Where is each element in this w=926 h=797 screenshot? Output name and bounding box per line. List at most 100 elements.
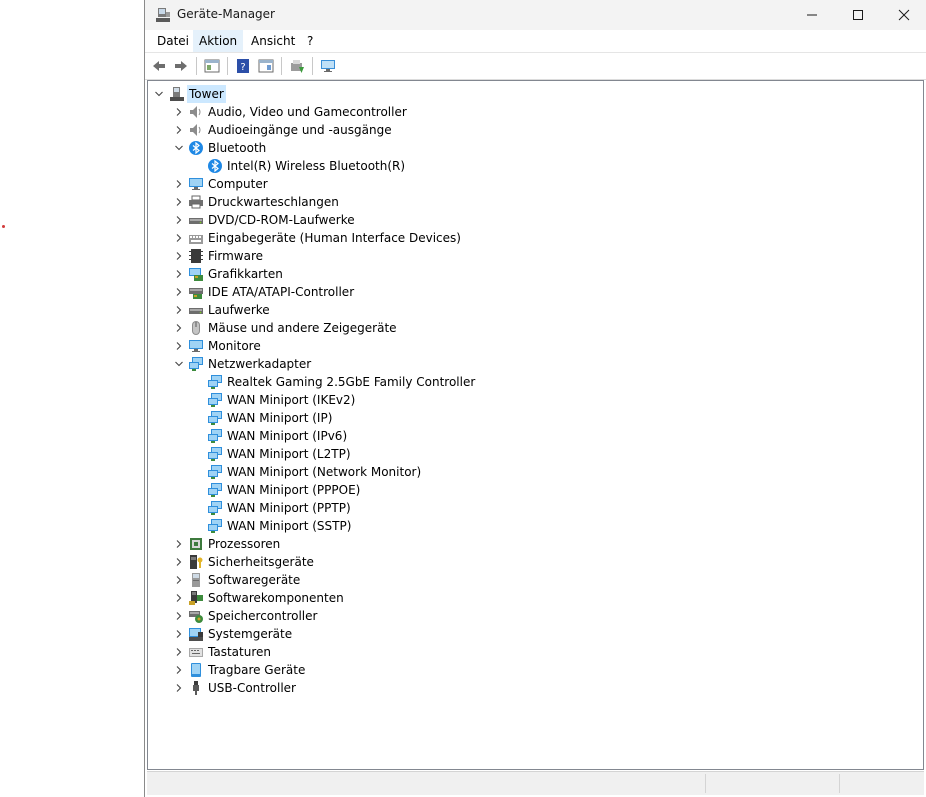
menu-aktion[interactable]: Aktion bbox=[193, 30, 244, 52]
chevron-down-icon bbox=[175, 145, 183, 151]
device-category[interactable]: Grafikkarten bbox=[148, 265, 908, 283]
network-adapter-icon bbox=[189, 357, 203, 371]
status-bar bbox=[147, 771, 924, 795]
expand-toggle[interactable] bbox=[172, 319, 186, 337]
chevron-right-icon bbox=[176, 630, 182, 638]
expand-toggle[interactable] bbox=[172, 121, 186, 139]
toolbar-separator bbox=[227, 57, 228, 75]
expand-toggle[interactable] bbox=[172, 337, 186, 355]
device-category[interactable]: Softwaregeräte bbox=[148, 571, 908, 589]
update-driver-button[interactable] bbox=[287, 56, 307, 76]
device-category[interactable]: Mäuse und andere Zeigegeräte bbox=[148, 319, 908, 337]
chevron-right-icon bbox=[176, 126, 182, 134]
expand-toggle[interactable] bbox=[172, 301, 186, 319]
menu-ansicht[interactable]: Ansicht bbox=[245, 30, 301, 52]
tree-node-label: WAN Miniport (L2TP) bbox=[227, 447, 351, 461]
tree-node-label: Prozessoren bbox=[208, 537, 281, 551]
device-category[interactable]: Softwarekomponenten bbox=[148, 589, 908, 607]
forward-button[interactable] bbox=[171, 56, 191, 76]
expand-toggle[interactable] bbox=[172, 229, 186, 247]
device-item[interactable]: WAN Miniport (IP) bbox=[148, 409, 908, 427]
tree-node-label: WAN Miniport (IP) bbox=[227, 411, 333, 425]
expand-toggle[interactable] bbox=[172, 175, 186, 193]
title-bar[interactable]: Geräte-Manager bbox=[145, 0, 926, 30]
expand-toggle[interactable] bbox=[172, 643, 186, 661]
device-item[interactable]: WAN Miniport (PPTP) bbox=[148, 499, 908, 517]
expand-toggle[interactable] bbox=[172, 571, 186, 589]
device-tree[interactable]: Tower Audio, Video und Gamecontroller Audi… bbox=[147, 80, 924, 770]
menu-datei[interactable]: Datei bbox=[151, 30, 195, 52]
expand-toggle[interactable] bbox=[172, 679, 186, 697]
chevron-right-icon bbox=[176, 558, 182, 566]
expand-toggle[interactable] bbox=[172, 535, 186, 553]
device-item[interactable]: WAN Miniport (PPPOE) bbox=[148, 481, 908, 499]
device-category[interactable]: USB-Controller bbox=[148, 679, 908, 697]
device-category[interactable]: Firmware bbox=[148, 247, 908, 265]
expand-toggle[interactable] bbox=[172, 193, 186, 211]
device-item[interactable]: Realtek Gaming 2.5GbE Family Controller bbox=[148, 373, 908, 391]
expand-toggle[interactable] bbox=[172, 589, 186, 607]
tree-node-label: IDE ATA/ATAPI-Controller bbox=[208, 285, 355, 299]
device-category[interactable]: Tragbare Geräte bbox=[148, 661, 908, 679]
device-item[interactable]: WAN Miniport (L2TP) bbox=[148, 445, 908, 463]
device-category[interactable]: Tastaturen bbox=[148, 643, 908, 661]
device-category[interactable]: Netzwerkadapter bbox=[148, 355, 908, 373]
expand-toggle[interactable] bbox=[172, 247, 186, 265]
device-category[interactable]: Audio, Video und Gamecontroller bbox=[148, 103, 908, 121]
console-tree-button[interactable] bbox=[202, 56, 222, 76]
device-category[interactable]: Computer bbox=[148, 175, 908, 193]
scan-hardware-icon bbox=[321, 60, 335, 72]
expand-toggle[interactable] bbox=[172, 211, 186, 229]
window-title: Geräte-Manager bbox=[177, 7, 275, 21]
collapse-toggle[interactable] bbox=[172, 355, 186, 373]
expand-toggle[interactable] bbox=[172, 283, 186, 301]
collapse-toggle[interactable] bbox=[152, 85, 166, 103]
back-button[interactable] bbox=[149, 56, 169, 76]
minimize-button[interactable] bbox=[789, 0, 835, 30]
expand-toggle[interactable] bbox=[172, 103, 186, 121]
menu-help[interactable]: ? bbox=[301, 30, 319, 52]
expand-toggle[interactable] bbox=[172, 661, 186, 679]
expand-toggle[interactable] bbox=[172, 265, 186, 283]
maximize-icon bbox=[853, 10, 863, 20]
collapse-toggle[interactable] bbox=[172, 139, 186, 157]
tree-node-label: Systemgeräte bbox=[208, 627, 293, 641]
device-item[interactable]: WAN Miniport (IKEv2) bbox=[148, 391, 908, 409]
device-category[interactable]: Monitore bbox=[148, 337, 908, 355]
device-category[interactable]: Eingabegeräte (Human Interface Devices) bbox=[148, 229, 908, 247]
network-adapter-icon bbox=[208, 483, 222, 497]
device-category[interactable]: Systemgeräte bbox=[148, 625, 908, 643]
close-icon bbox=[898, 9, 910, 21]
device-item[interactable]: WAN Miniport (Network Monitor) bbox=[148, 463, 908, 481]
device-item[interactable]: WAN Miniport (IPv6) bbox=[148, 427, 908, 445]
status-cell-divider bbox=[705, 774, 707, 793]
back-arrow-icon bbox=[153, 61, 165, 71]
maximize-button[interactable] bbox=[835, 0, 881, 30]
device-category[interactable]: Prozessoren bbox=[148, 535, 908, 553]
chevron-down-icon bbox=[175, 361, 183, 367]
device-category[interactable]: Audioeingänge und -ausgänge bbox=[148, 121, 908, 139]
help-button[interactable]: ? bbox=[233, 56, 253, 76]
tree-root-node[interactable]: Tower bbox=[148, 85, 908, 103]
expand-toggle[interactable] bbox=[172, 607, 186, 625]
properties-button[interactable] bbox=[256, 56, 276, 76]
toolbar-separator bbox=[312, 57, 313, 75]
expand-toggle[interactable] bbox=[172, 625, 186, 643]
device-category[interactable]: Druckwarteschlangen bbox=[148, 193, 908, 211]
device-category[interactable]: Bluetooth bbox=[148, 139, 908, 157]
device-category[interactable]: DVD/CD-ROM-Laufwerke bbox=[148, 211, 908, 229]
expand-toggle[interactable] bbox=[172, 553, 186, 571]
tree-node-label: Tower bbox=[187, 85, 226, 103]
help-book-icon: ? bbox=[237, 59, 249, 73]
scan-hardware-button[interactable] bbox=[318, 56, 338, 76]
device-item[interactable]: Intel(R) Wireless Bluetooth(R) bbox=[148, 157, 908, 175]
chevron-right-icon bbox=[176, 594, 182, 602]
tree-node-label: Mäuse und andere Zeigegeräte bbox=[208, 321, 397, 335]
device-category[interactable]: IDE ATA/ATAPI-Controller bbox=[148, 283, 908, 301]
network-adapter-icon bbox=[208, 447, 222, 461]
device-item[interactable]: WAN Miniport (SSTP) bbox=[148, 517, 908, 535]
device-category[interactable]: Sicherheitsgeräte bbox=[148, 553, 908, 571]
close-button[interactable] bbox=[881, 0, 926, 30]
device-category[interactable]: Speichercontroller bbox=[148, 607, 908, 625]
device-category[interactable]: Laufwerke bbox=[148, 301, 908, 319]
